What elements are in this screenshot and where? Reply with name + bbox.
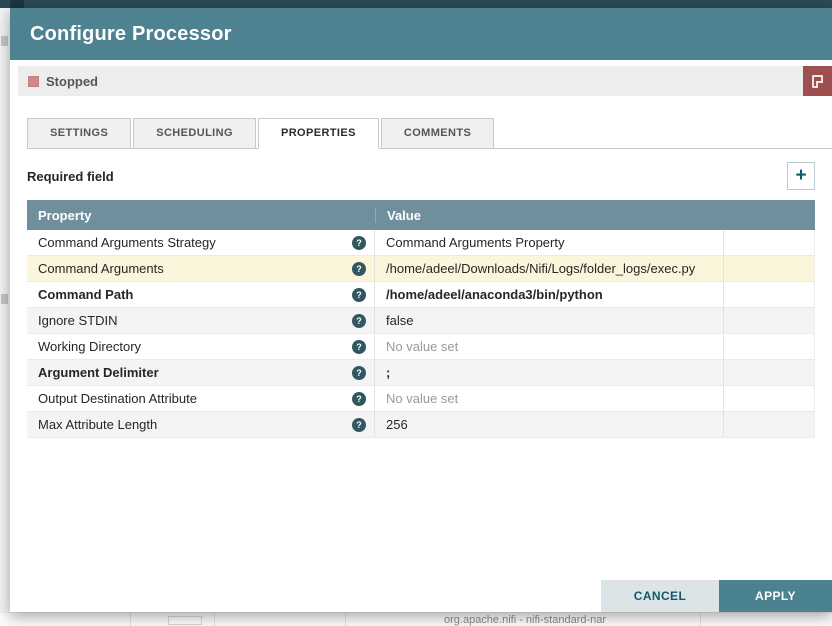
cancel-button[interactable]: CANCEL bbox=[601, 580, 719, 612]
row-extra-cell bbox=[724, 308, 815, 333]
column-header-property: Property bbox=[27, 208, 375, 223]
property-row[interactable]: Ignore STDIN ? false bbox=[27, 308, 815, 334]
stopped-icon bbox=[28, 76, 39, 87]
property-value[interactable]: Command Arguments Property bbox=[375, 230, 724, 255]
property-value[interactable]: 256 bbox=[375, 412, 724, 437]
document-icon bbox=[812, 75, 823, 88]
required-field-label: Required field bbox=[27, 169, 114, 184]
property-row[interactable]: Argument Delimiter ? ; bbox=[27, 360, 815, 386]
help-icon[interactable]: ? bbox=[352, 366, 366, 380]
help-icon[interactable]: ? bbox=[352, 392, 366, 406]
status-bar: Stopped bbox=[18, 66, 803, 96]
property-value[interactable]: /home/adeel/anaconda3/bin/python bbox=[375, 282, 724, 307]
row-extra-cell bbox=[724, 256, 815, 281]
property-value[interactable]: /home/adeel/Downloads/Nifi/Logs/folder_l… bbox=[375, 256, 724, 281]
help-icon[interactable]: ? bbox=[352, 236, 366, 250]
help-icon[interactable]: ? bbox=[352, 288, 366, 302]
row-extra-cell bbox=[724, 230, 815, 255]
add-property-button[interactable]: + bbox=[787, 162, 815, 190]
property-row[interactable]: Output Destination Attribute ? No value … bbox=[27, 386, 815, 412]
property-name: Command Arguments Strategy bbox=[38, 235, 216, 250]
background-divider bbox=[345, 613, 346, 626]
tab-scheduling[interactable]: SCHEDULING bbox=[133, 118, 256, 149]
property-name: Command Path bbox=[38, 287, 133, 302]
help-icon[interactable]: ? bbox=[352, 340, 366, 354]
apply-button[interactable]: APPLY bbox=[719, 580, 832, 612]
configure-processor-dialog: Configure Processor Stopped SETTINGS SCH… bbox=[10, 8, 832, 612]
tab-bar: SETTINGS SCHEDULING PROPERTIES COMMENTS bbox=[27, 118, 832, 149]
property-row[interactable]: Command Arguments ? /home/adeel/Download… bbox=[27, 256, 815, 282]
row-extra-cell bbox=[724, 334, 815, 359]
help-icon[interactable]: ? bbox=[352, 262, 366, 276]
background-left-strip bbox=[0, 8, 10, 612]
row-extra-cell bbox=[724, 360, 815, 385]
background-hint bbox=[1, 294, 8, 304]
property-value[interactable]: ; bbox=[375, 360, 724, 385]
tab-properties[interactable]: PROPERTIES bbox=[258, 118, 379, 149]
help-icon[interactable]: ? bbox=[352, 418, 366, 432]
property-name: Working Directory bbox=[38, 339, 141, 354]
row-extra-cell bbox=[724, 386, 815, 411]
background-footer-strip: org.apache.nifi - nifi-standard-nar bbox=[0, 612, 832, 626]
property-name: Argument Delimiter bbox=[38, 365, 159, 380]
dialog-title: Configure Processor bbox=[30, 23, 232, 46]
property-row[interactable]: Command Arguments Strategy ? Command Arg… bbox=[27, 230, 815, 256]
property-name: Command Arguments bbox=[38, 261, 164, 276]
status-row: Stopped bbox=[18, 66, 832, 96]
property-name: Max Attribute Length bbox=[38, 417, 157, 432]
property-name: Ignore STDIN bbox=[38, 313, 117, 328]
background-divider bbox=[214, 613, 215, 626]
bulletin-button[interactable] bbox=[803, 66, 832, 96]
property-value[interactable]: No value set bbox=[375, 386, 724, 411]
status-label: Stopped bbox=[46, 74, 98, 89]
background-divider bbox=[700, 613, 701, 626]
background-app-toolbar bbox=[0, 0, 832, 8]
properties-table: Property Value Command Arguments Strateg… bbox=[27, 200, 815, 438]
table-body: Command Arguments Strategy ? Command Arg… bbox=[27, 230, 815, 438]
property-row[interactable]: Working Directory ? No value set bbox=[27, 334, 815, 360]
background-hint bbox=[1, 36, 8, 46]
dialog-buttons: CANCEL APPLY bbox=[601, 580, 832, 612]
background-control bbox=[168, 616, 202, 625]
property-value[interactable]: No value set bbox=[375, 334, 724, 359]
app-logo bbox=[10, 0, 24, 8]
tab-comments[interactable]: COMMENTS bbox=[381, 118, 494, 149]
dialog-header: Configure Processor bbox=[10, 8, 832, 60]
table-header: Property Value bbox=[27, 200, 815, 230]
column-header-value: Value bbox=[375, 208, 724, 223]
row-extra-cell bbox=[724, 412, 815, 437]
property-name: Output Destination Attribute bbox=[38, 391, 197, 406]
property-value[interactable]: false bbox=[375, 308, 724, 333]
tab-settings[interactable]: SETTINGS bbox=[27, 118, 131, 149]
required-field-row: Required field + bbox=[27, 160, 815, 192]
property-row[interactable]: Command Path ? /home/adeel/anaconda3/bin… bbox=[27, 282, 815, 308]
help-icon[interactable]: ? bbox=[352, 314, 366, 328]
property-row[interactable]: Max Attribute Length ? 256 bbox=[27, 412, 815, 438]
row-extra-cell bbox=[724, 282, 815, 307]
background-divider bbox=[130, 613, 131, 626]
background-footer-text: org.apache.nifi - nifi-standard-nar bbox=[444, 614, 606, 626]
